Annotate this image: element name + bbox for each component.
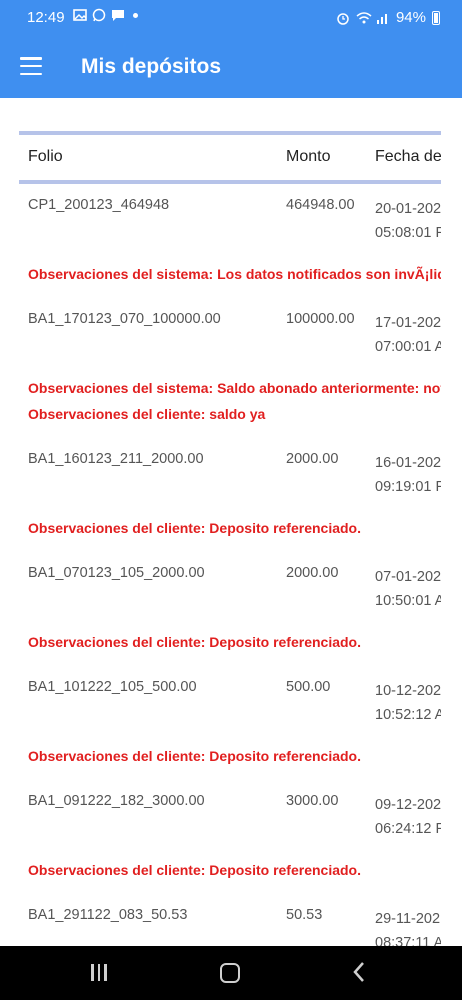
alarm-icon [336, 11, 350, 25]
table-row[interactable]: BA1_101222_105_500.00 500.00 10-12-202 10… [19, 666, 441, 780]
cell-fecha: 17-01-202 07:00:01 A [375, 315, 441, 355]
status-bar: 12:49 94% [0, 0, 462, 36]
system-observation: Observaciones del sistema: Saldo abonado… [28, 380, 441, 396]
table-rows: CP1_200123_464948 464948.00 20-01-202 05:… [19, 184, 441, 946]
battery-percent: 94% [395, 9, 426, 26]
home-icon[interactable] [220, 963, 240, 983]
cell-monto: 2000.00 [286, 451, 339, 467]
battery-icon [432, 10, 440, 25]
table-row[interactable]: BA1_091222_182_3000.00 3000.00 09-12-202… [19, 780, 441, 894]
cell-monto: 464948.00 [286, 197, 355, 213]
client-observation: Observaciones del cliente: Deposito refe… [28, 634, 361, 650]
header-fecha: Fecha de [375, 148, 441, 165]
client-observation: Observaciones del cliente: saldo ya [28, 406, 266, 422]
header-folio: Folio [28, 148, 63, 165]
back-icon[interactable] [352, 961, 366, 988]
page-title: Mis depósitos [81, 55, 222, 78]
status-time: 12:49 [27, 9, 65, 26]
client-observation: Observaciones del cliente: Deposito refe… [28, 862, 361, 878]
notification-icons [73, 8, 138, 22]
app-bar: Mis depósitos [0, 36, 462, 98]
cell-folio: CP1_200123_464948 [28, 197, 170, 213]
wifi-icon [356, 11, 372, 25]
table-row[interactable]: BA1_070123_105_2000.00 2000.00 07-01-202… [19, 552, 441, 666]
client-observation: Observaciones del cliente: Deposito refe… [28, 748, 361, 764]
cell-folio: BA1_291122_083_50.53 [28, 907, 188, 923]
table-row[interactable]: BA1_291122_083_50.53 50.53 29-11-202 08:3… [19, 894, 441, 946]
cell-folio: BA1_170123_070_100000.00 [28, 311, 221, 327]
cell-monto: 3000.00 [286, 793, 339, 809]
cell-monto: 50.53 [286, 907, 323, 923]
cell-fecha: 20-01-202 05:08:01 F [375, 201, 441, 241]
table-row[interactable]: BA1_160123_211_2000.00 2000.00 16-01-202… [19, 438, 441, 552]
cell-fecha: 10-12-202 10:52:12 A [375, 683, 441, 723]
table-row[interactable]: BA1_170123_070_100000.00 100000.00 17-01… [19, 298, 441, 438]
message-icon [111, 8, 125, 22]
recents-icon[interactable] [91, 964, 107, 981]
cell-folio: BA1_070123_105_2000.00 [28, 565, 205, 581]
cell-monto: 500.00 [286, 679, 331, 695]
cell-folio: BA1_091222_182_3000.00 [28, 793, 205, 809]
system-nav-bar [0, 946, 462, 1000]
table-header: Folio Monto Fecha de [19, 135, 441, 180]
system-observation: Observaciones del sistema: Los datos not… [28, 266, 441, 282]
signal-icon [376, 11, 390, 25]
cell-fecha: 16-01-202 09:19:01 F [375, 455, 441, 495]
dot-icon [133, 12, 138, 18]
cell-monto: 100000.00 [286, 311, 355, 327]
image-icon [73, 8, 87, 22]
system-icons: 94% [336, 9, 440, 26]
cell-fecha: 07-01-202 10:50:01 A [375, 569, 441, 609]
table-row[interactable]: CP1_200123_464948 464948.00 20-01-202 05:… [19, 184, 441, 298]
header-monto: Monto [286, 148, 331, 165]
hamburger-menu-icon[interactable] [20, 57, 42, 75]
cell-fecha: 29-11-202 08:37:11 A [375, 911, 441, 946]
cell-folio: BA1_101222_105_500.00 [28, 679, 197, 695]
cell-folio: BA1_160123_211_2000.00 [28, 451, 204, 467]
deposits-table[interactable]: Folio Monto Fecha de CP1_200123_464948 4… [19, 131, 441, 946]
client-observation: Observaciones del cliente: Deposito refe… [28, 520, 361, 536]
cell-monto: 2000.00 [286, 565, 339, 581]
cell-fecha: 09-12-202 06:24:12 F [375, 797, 441, 837]
whatsapp-icon [92, 8, 106, 22]
